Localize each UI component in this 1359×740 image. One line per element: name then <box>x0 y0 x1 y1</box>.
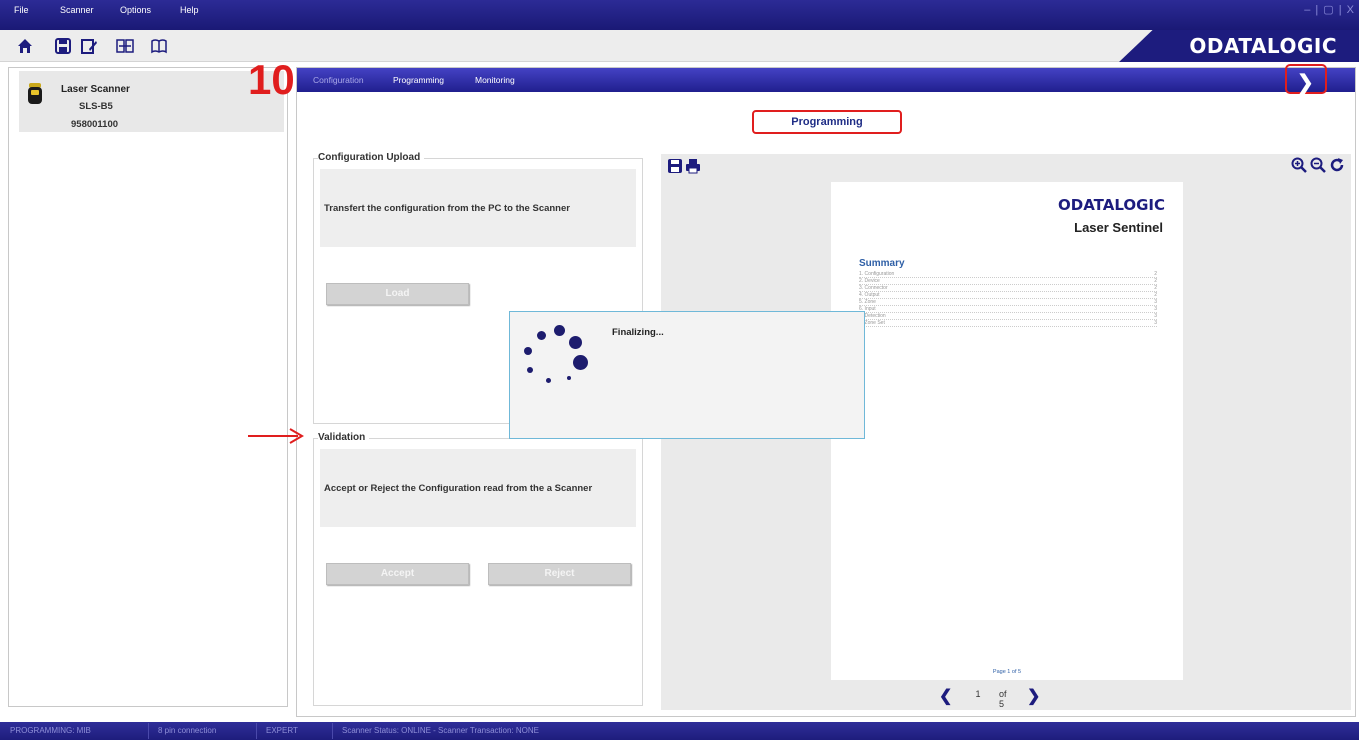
tab-monitoring[interactable]: Monitoring <box>475 75 515 85</box>
tab-configuration[interactable]: Configuration <box>313 75 364 85</box>
chevron-right-icon: ❯ <box>1297 72 1314 94</box>
progress-message: Finalizing... <box>612 327 664 338</box>
page-number-input[interactable] <box>961 685 995 703</box>
upload-description-box: Transfert the configuration from the PC … <box>320 169 636 247</box>
next-button[interactable]: ❯ <box>1285 64 1327 94</box>
chevron-left-icon[interactable]: ❮ <box>939 686 955 705</box>
device-panel: Laser Scanner SLS-B5 958001100 <box>8 67 288 707</box>
menu-bar: File Scanner Options Help – | ▢ | X <box>0 0 1359 30</box>
window-controls[interactable]: – | ▢ | X <box>1304 3 1355 16</box>
compare-icon[interactable] <box>116 37 134 55</box>
refresh-icon[interactable] <box>1329 157 1345 173</box>
progress-dialog: Finalizing... <box>509 311 865 439</box>
page-count-label: of 5 <box>999 689 1007 709</box>
status-bar: PROGRAMMING: MIB 8 pin connection EXPERT… <box>0 722 1359 740</box>
report-page: ODATALOGIC Laser Sentinel Summary 1. Con… <box>831 182 1183 680</box>
logo-text: ODATALOGIC <box>1189 34 1337 58</box>
load-button[interactable]: Load <box>326 283 469 305</box>
toc-row: 3. Connector 2 <box>859 285 1157 292</box>
toolbar: ODATALOGIC <box>0 30 1359 62</box>
datalogic-logo: ODATALOGIC <box>1119 30 1359 62</box>
validation-description-box: Accept or Reject the Configuration read … <box>320 449 636 527</box>
report-logo: ODATALOGIC <box>1058 196 1165 214</box>
toc-row: 2. Device 2 <box>859 278 1157 285</box>
save-report-icon[interactable] <box>667 158 683 174</box>
nav-bar: Configuration Programming Monitoring ❯ <box>297 64 1355 94</box>
device-name: Laser Scanner <box>61 84 130 95</box>
arrow-annotation-icon <box>248 428 304 444</box>
device-serial: 958001100 <box>71 119 119 130</box>
menu-file[interactable]: File <box>14 5 29 15</box>
toc-row: 7. Detection 3 <box>859 313 1157 320</box>
tab-programming[interactable]: Programming <box>393 75 444 85</box>
accept-button[interactable]: Accept <box>326 563 469 585</box>
report-page-footer: Page 1 of 5 <box>992 669 1022 675</box>
print-icon[interactable] <box>685 158 701 174</box>
status-level: EXPERT <box>266 726 298 735</box>
zoom-out-icon[interactable] <box>1310 157 1326 173</box>
menu-help[interactable]: Help <box>180 5 199 15</box>
status-scanner: Scanner Status: ONLINE - Scanner Transac… <box>342 726 539 735</box>
page-title: Programming <box>752 110 902 134</box>
menu-scanner[interactable]: Scanner <box>60 5 94 15</box>
toc-row: 4. Output 2 <box>859 292 1157 299</box>
toc-row: 8. Zone Set 3 <box>859 320 1157 327</box>
status-mode: PROGRAMMING: MIB <box>10 726 91 735</box>
device-card[interactable]: Laser Scanner SLS-B5 958001100 <box>19 71 284 132</box>
toc-row: 1. Configuration 2 <box>859 271 1157 278</box>
step-number-annotation: 10 <box>248 56 295 103</box>
report-toc: 1. Configuration 2 2. Device 2 3. Connecto… <box>859 271 1157 327</box>
scanner-icon <box>28 83 42 104</box>
chevron-right-icon[interactable]: ❯ <box>1027 686 1043 705</box>
validation-description: Accept or Reject the Configuration read … <box>324 483 593 494</box>
validation-title: Validation <box>318 432 370 443</box>
validation-group: Validation Accept or Reject the Configur… <box>313 432 643 706</box>
report-summary-title: Summary <box>859 258 905 269</box>
toc-row: 6. Input 3 <box>859 306 1157 313</box>
save-icon[interactable] <box>54 37 72 55</box>
report-product: Laser Sentinel <box>1074 220 1163 235</box>
status-connection: 8 pin connection <box>158 726 217 735</box>
device-model: SLS-B5 <box>79 101 113 112</box>
edit-icon[interactable] <box>80 37 98 55</box>
zoom-in-icon[interactable] <box>1291 157 1307 173</box>
menu-options[interactable]: Options <box>120 5 151 15</box>
toc-row: 5. Zone 3 <box>859 299 1157 306</box>
manual-icon[interactable] <box>150 37 168 55</box>
home-icon[interactable] <box>16 37 34 55</box>
configuration-upload-title: Configuration Upload <box>318 152 425 163</box>
upload-description: Transfert the configuration from the PC … <box>324 203 570 214</box>
reject-button[interactable]: Reject <box>488 563 631 585</box>
